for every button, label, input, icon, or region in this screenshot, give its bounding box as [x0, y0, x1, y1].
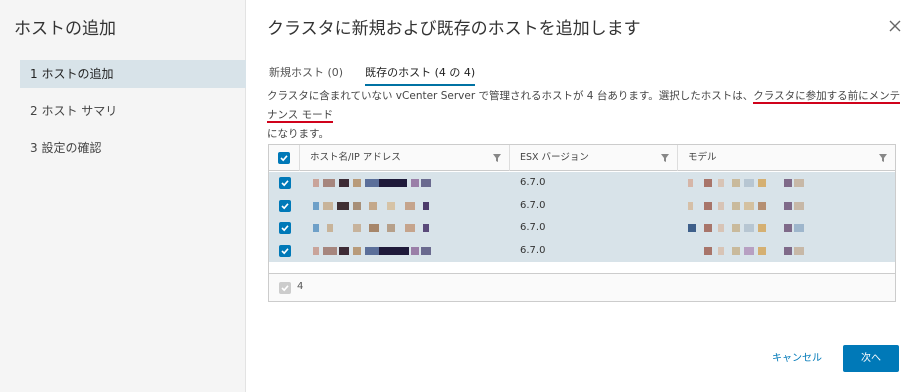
esx-version: 6.7.0 — [520, 199, 546, 211]
row-checkbox[interactable] — [279, 244, 291, 257]
table-row[interactable]: 6.7.0 — [269, 194, 895, 218]
next-button[interactable]: 次へ — [843, 345, 899, 372]
footer-checkbox-icon — [279, 282, 291, 294]
grid-footer: 4 — [269, 273, 895, 301]
wizard-main: クラスタに新規および既存のホストを追加します 新規ホスト (0) 既存のホスト … — [247, 0, 917, 392]
wizard-sidebar: ホストの追加 1 ホストの追加 2 ホスト サマリ 3 設定の確認 — [0, 0, 246, 392]
grid-header: ホスト名/IP アドレス ESX バージョン モデル — [269, 145, 895, 171]
table-row[interactable]: 6.7.0 — [269, 239, 895, 263]
description-part2: になります。 — [267, 128, 329, 140]
tab-existing-hosts[interactable]: 既存のホスト (4 の 4) — [365, 64, 476, 86]
tab-new-hosts[interactable]: 新規ホスト (0) — [269, 64, 343, 86]
model-redacted — [678, 240, 895, 263]
sidebar-title: ホストの追加 — [14, 19, 116, 39]
host-name-redacted — [300, 240, 510, 263]
model-redacted — [678, 172, 895, 195]
host-name-redacted — [300, 217, 510, 240]
row-check-cell — [269, 240, 300, 263]
filter-icon[interactable] — [661, 154, 669, 162]
close-icon[interactable] — [887, 18, 903, 34]
row-checkbox[interactable] — [279, 177, 291, 189]
wizard-steps: 1 ホストの追加 2 ホスト サマリ 3 設定の確認 — [20, 60, 246, 171]
filter-icon[interactable] — [879, 154, 887, 162]
row-checkbox[interactable] — [279, 222, 291, 234]
filter-icon[interactable] — [493, 154, 501, 162]
column-header-model-label: モデル — [688, 152, 717, 163]
column-header-model[interactable]: モデル — [678, 145, 895, 171]
description-text: クラスタに含まれていない vCenter Server で管理されるホストが 4… — [267, 87, 907, 144]
host-name-redacted — [300, 195, 510, 218]
column-header-host-label: ホスト名/IP アドレス — [310, 152, 401, 163]
selected-count: 4 — [297, 281, 304, 292]
esx-version: 6.7.0 — [520, 244, 546, 256]
table-row[interactable]: 6.7.0 — [269, 217, 895, 240]
add-host-wizard: ホストの追加 1 ホストの追加 2 ホスト サマリ 3 設定の確認 クラスタに新… — [0, 0, 917, 392]
select-all-cell — [269, 145, 300, 171]
row-check-cell — [269, 195, 300, 218]
host-name-redacted — [300, 172, 510, 195]
host-grid: ホスト名/IP アドレス ESX バージョン モデル 6.7.0 6.7.0 6… — [268, 144, 896, 302]
row-checkbox[interactable] — [279, 199, 291, 212]
grid-rows: 6.7.0 6.7.0 6.7.0 6.7.0 — [269, 172, 895, 262]
column-header-host[interactable]: ホスト名/IP アドレス — [300, 145, 510, 171]
row-check-cell — [269, 217, 300, 240]
step-host-summary[interactable]: 2 ホスト サマリ — [20, 97, 246, 125]
column-header-esx-label: ESX バージョン — [520, 152, 589, 163]
esx-version: 6.7.0 — [520, 177, 546, 188]
esx-version: 6.7.0 — [520, 222, 546, 233]
cancel-button[interactable]: キャンセル — [772, 349, 822, 364]
step-review[interactable]: 3 設定の確認 — [20, 134, 246, 162]
step-add-hosts[interactable]: 1 ホストの追加 — [20, 60, 246, 88]
model-redacted — [678, 217, 895, 240]
select-all-checkbox[interactable] — [278, 152, 290, 164]
description-part1: クラスタに含まれていない vCenter Server で管理されるホストが 4… — [267, 90, 754, 102]
column-header-esx[interactable]: ESX バージョン — [510, 145, 678, 171]
row-check-cell — [269, 172, 300, 195]
table-row[interactable]: 6.7.0 — [269, 172, 895, 195]
model-redacted — [678, 195, 895, 218]
page-title: クラスタに新規および既存のホストを追加します — [267, 19, 641, 39]
host-tabs: 新規ホスト (0) 既存のホスト (4 の 4) — [269, 64, 497, 86]
